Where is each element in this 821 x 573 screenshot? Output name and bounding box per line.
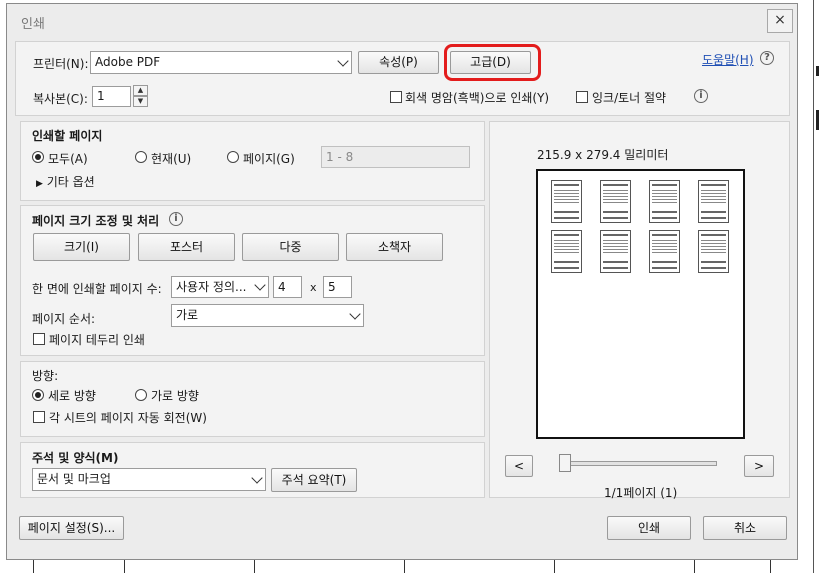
printer-label: 프린터(N): <box>33 57 89 71</box>
more-options-toggle[interactable]: ▶ 기타 옵션 <box>36 173 95 190</box>
close-icon: × <box>774 12 786 28</box>
page-setup-button[interactable]: 페이지 설정(S)... <box>19 516 124 540</box>
columns-value: 4 <box>278 280 286 294</box>
grayscale-checkbox[interactable] <box>390 91 402 103</box>
pages-per-sheet-rows-input[interactable]: 5 <box>323 276 352 298</box>
page-order-value: 가로 <box>176 308 199 322</box>
size-button[interactable]: 크기(I) <box>33 233 130 261</box>
printer-select-value: Adobe PDF <box>95 55 161 69</box>
chevron-down-icon <box>251 471 263 484</box>
preview-thumbnail <box>600 180 631 223</box>
preview-size-text: 215.9 x 279.4 밀리미터 <box>537 148 669 162</box>
sizing-heading: 페이지 크기 조정 및 처리 <box>32 214 160 228</box>
dialog-title: 인쇄 <box>21 17 45 32</box>
comments-select-value: 문서 및 마크업 <box>37 472 111 486</box>
page-indicator: 1/1페이지 (1) <box>604 486 678 500</box>
pages-per-sheet-columns-input[interactable]: 4 <box>273 276 302 298</box>
preview-page-slider[interactable] <box>564 461 717 466</box>
page-order-select[interactable]: 가로 <box>171 304 364 327</box>
copies-decrement-button[interactable]: ▼ <box>133 96 148 107</box>
copies-label: 복사본(C): <box>33 92 88 106</box>
help-link[interactable]: 도움말(H) <box>702 51 754 68</box>
comments-select[interactable]: 문서 및 마크업 <box>32 468 266 491</box>
multiple-button-label: 다중 <box>279 240 302 254</box>
pages-current-radio[interactable] <box>135 151 147 163</box>
chevron-down-icon <box>254 279 266 291</box>
properties-button-label: 속성(P) <box>379 55 418 69</box>
cancel-button[interactable]: 취소 <box>703 516 787 540</box>
portrait-label: 세로 방향 <box>48 389 96 403</box>
advanced-button-highlight <box>444 44 541 81</box>
cancel-button-label: 취소 <box>733 521 757 535</box>
next-page-button[interactable]: > <box>744 455 774 477</box>
properties-button[interactable]: 속성(P) <box>358 51 439 74</box>
save-ink-info-icon[interactable]: i <box>694 89 708 103</box>
rows-value: 5 <box>328 280 336 294</box>
poster-button-label: 포스터 <box>169 240 204 254</box>
page-order-label: 페이지 순서: <box>32 312 96 326</box>
multiple-button[interactable]: 다중 <box>242 233 339 261</box>
pages-range-radio[interactable] <box>227 151 239 163</box>
background-window-edge <box>813 0 821 573</box>
orientation-heading: 방향: <box>32 369 59 383</box>
copies-input-value: 1 <box>97 89 105 103</box>
preview-slider-handle[interactable] <box>559 454 571 472</box>
print-button[interactable]: 인쇄 <box>607 516 691 540</box>
copies-input[interactable]: 1 <box>92 86 131 107</box>
save-ink-label: 잉크/토너 절약 <box>592 91 667 105</box>
landscape-radio[interactable] <box>135 389 147 401</box>
print-borders-checkbox[interactable] <box>33 333 45 345</box>
poster-button[interactable]: 포스터 <box>138 233 235 261</box>
printer-select[interactable]: Adobe PDF <box>90 51 352 74</box>
chevron-left-icon: < <box>513 459 525 473</box>
preview-thumbnail <box>649 180 680 223</box>
sizing-info-icon[interactable]: i <box>169 212 183 226</box>
auto-rotate-checkbox[interactable] <box>33 411 45 423</box>
pages-all-label: 모두(A) <box>48 152 88 166</box>
close-button[interactable]: × <box>767 9 793 33</box>
landscape-label: 가로 방향 <box>151 389 199 403</box>
pages-per-sheet-label: 한 면에 인쇄할 페이지 수: <box>32 282 162 296</box>
title-bar: 인쇄 × <box>7 4 797 37</box>
grayscale-label: 회색 명암(흑백)으로 인쇄(Y) <box>405 91 550 105</box>
pages-per-sheet-select[interactable]: 사용자 정의... <box>171 276 269 298</box>
pages-per-sheet-value: 사용자 정의... <box>176 280 247 294</box>
print-button-label: 인쇄 <box>637 521 661 535</box>
summarize-comments-label: 주석 요약(T) <box>281 473 347 487</box>
copies-increment-button[interactable]: ▲ <box>133 85 148 96</box>
pages-to-print-heading: 인쇄할 페이지 <box>32 129 103 143</box>
pages-current-label: 현재(U) <box>151 152 192 166</box>
save-ink-checkbox[interactable] <box>576 91 588 103</box>
size-button-label: 크기(I) <box>64 240 99 254</box>
pages-range-label: 페이지(G) <box>243 152 295 166</box>
booklet-button-label: 소책자 <box>377 240 412 254</box>
preview-thumbnail <box>551 180 582 223</box>
help-icon[interactable]: ? <box>760 51 774 65</box>
preview-thumbnail <box>698 180 729 223</box>
preview-thumbnail <box>551 230 582 273</box>
preview-thumbnail <box>649 230 680 273</box>
auto-rotate-label: 각 시트의 페이지 자동 회전(W) <box>49 411 207 425</box>
page-setup-label: 페이지 설정(S)... <box>27 521 116 535</box>
preview-thumbnail <box>600 230 631 273</box>
chevron-right-icon: > <box>753 459 765 473</box>
chevron-down-icon <box>337 54 349 67</box>
comments-heading: 주석 및 양식(M) <box>32 451 119 465</box>
previous-page-button[interactable]: < <box>505 455 533 477</box>
triangle-right-icon: ▶ <box>36 179 43 189</box>
chevron-down-icon <box>349 307 361 320</box>
pages-all-radio[interactable] <box>32 151 44 163</box>
pages-range-placeholder: 1 - 8 <box>326 150 354 164</box>
booklet-button[interactable]: 소책자 <box>346 233 443 261</box>
pages-range-input[interactable]: 1 - 8 <box>321 146 470 168</box>
more-options-label: 기타 옵션 <box>46 175 95 189</box>
multiply-label: x <box>310 281 317 294</box>
portrait-radio[interactable] <box>32 389 44 401</box>
summarize-comments-button[interactable]: 주석 요약(T) <box>271 468 357 492</box>
print-borders-label: 페이지 테두리 인쇄 <box>49 333 145 347</box>
preview-thumbnail <box>698 230 729 273</box>
preview-page <box>536 169 745 439</box>
